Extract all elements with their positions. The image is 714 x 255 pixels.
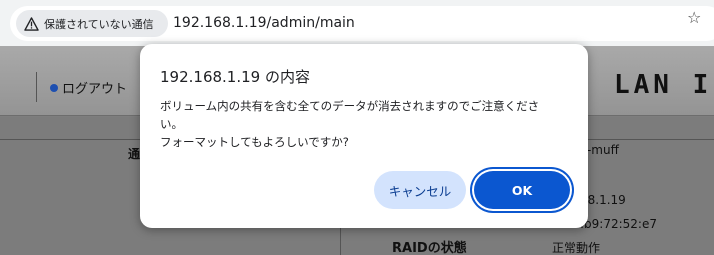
confirm-dialog: 192.168.1.19 の内容 ボリューム内の共有を含む全てのデータが消去され… [140, 44, 588, 228]
info-label-raid: RAIDの状態 [392, 241, 467, 255]
address-bar[interactable]: 保護されていない通信 192.168.1.19/admin/main [10, 6, 714, 41]
section-heading: 通 [128, 147, 141, 161]
brand-logo: LAN I [614, 70, 713, 100]
dialog-message-line: い。 [160, 117, 183, 131]
info-value-mac: :b9:72:52:e7 [580, 217, 657, 231]
bullet-dot-icon [50, 83, 58, 92]
browser-toolbar: 保護されていない通信 192.168.1.19/admin/main ☆ [0, 0, 714, 46]
star-icon[interactable]: ☆ [687, 8, 701, 27]
cancel-button[interactable]: キャンセル [374, 171, 466, 209]
dialog-message: ボリューム内の共有を含む全てのデータが消去されますのでご注意くださ い。 フォー… [160, 97, 570, 151]
security-label: 保護されていない通信 [44, 17, 154, 31]
screen: 保護されていない通信 192.168.1.19/admin/main ☆ ログア… [0, 0, 714, 255]
dialog-message-line: フォーマットしてもよろしいですか? [160, 135, 349, 149]
dialog-title: 192.168.1.19 の内容 [160, 68, 310, 86]
info-value-raid: 正常動作 [552, 241, 601, 255]
url-text[interactable]: 192.168.1.19/admin/main [173, 15, 355, 31]
warning-triangle-icon [24, 16, 39, 31]
logout-link[interactable]: ログアウト [50, 78, 127, 97]
header-divider [36, 72, 37, 102]
ok-button[interactable]: OK [474, 171, 570, 209]
security-indicator[interactable]: 保護されていない通信 [16, 10, 168, 37]
logout-label: ログアウト [62, 82, 128, 97]
dialog-message-line: ボリューム内の共有を含む全てのデータが消去されますのでご注意くださ [160, 99, 540, 113]
